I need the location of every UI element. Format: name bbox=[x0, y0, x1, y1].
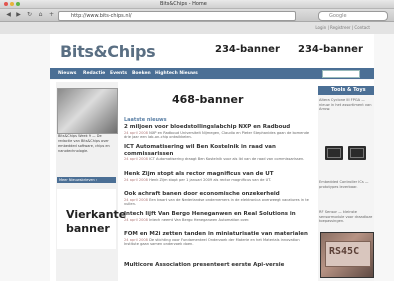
article-date: 24 april 2008 bbox=[124, 197, 148, 202]
site-header: Bits&Chips 234-banner 234-banner bbox=[50, 34, 374, 68]
article-text: ICT Automatisering draagt Ben Kostelnik … bbox=[149, 157, 305, 161]
nav-item-nieuws[interactable]: Nieuws bbox=[58, 70, 76, 77]
article-date: 24 april 2008 bbox=[124, 217, 148, 222]
featured-photo[interactable] bbox=[57, 88, 118, 134]
article-text: De stichting voor Fundamenteel Onderzoek… bbox=[124, 237, 300, 247]
article-summary: 24 april 2008 Intech neemt Van Bergo Hen… bbox=[124, 218, 313, 223]
nav-item-events[interactable]: Events bbox=[110, 70, 127, 77]
site-search-input[interactable] bbox=[322, 70, 360, 78]
article-date: 24 april 2008 bbox=[124, 130, 148, 135]
featured-caption: Bits&Chips Week 9 — De redactie van Bits… bbox=[58, 134, 110, 153]
window-title: Bits&Chips - Home bbox=[160, 1, 207, 7]
nav-item-boeken[interactable]: Boeken bbox=[132, 70, 151, 77]
chip-label: RS45C bbox=[329, 246, 360, 257]
address-bar[interactable]: http://www.bits-chips.nl/ bbox=[58, 11, 296, 21]
zoom-window-button[interactable] bbox=[16, 2, 20, 6]
article-date: 24 april 2008 bbox=[124, 157, 148, 161]
site-top-strip: Login | Registreer | Contact bbox=[0, 22, 394, 34]
news-article[interactable]: FOM en M2i zetten tanden in miniaturisat… bbox=[124, 231, 313, 247]
home-icon[interactable]: ⌂ bbox=[36, 11, 45, 19]
news-article[interactable]: Multicore Association presenteert eerste… bbox=[124, 262, 313, 269]
left-bar-label[interactable]: Meer Nieuwsbrieven › bbox=[59, 177, 97, 183]
article-text: Henk Zijm stopt per 1 januari 2009 als r… bbox=[149, 177, 272, 182]
main-banner-label: 468-banner bbox=[172, 93, 244, 106]
address-bar-text: http://www.bits-chips.nl/ bbox=[71, 13, 132, 19]
top-banner-right[interactable]: 234-banner bbox=[298, 44, 363, 58]
square-banner-line2: banner bbox=[66, 222, 110, 235]
article-text: Een kwart van de Nederlandse ondernemers… bbox=[124, 197, 309, 207]
article-summary: 24 april 2008 ICT Automatisering draagt … bbox=[124, 157, 313, 162]
rf-chip-image[interactable]: RS45C bbox=[320, 232, 374, 278]
news-article[interactable]: Ook achraft banen door economische onzek… bbox=[124, 191, 313, 207]
search-input[interactable]: Google bbox=[318, 11, 388, 21]
tool-text[interactable]: Altera Cyclone III FPGA — nieuw in het a… bbox=[319, 98, 373, 112]
top-links[interactable]: Login | Registreer | Contact bbox=[315, 25, 370, 30]
article-text: Intech neemt Van Bergo Heneganwen Automa… bbox=[149, 217, 250, 222]
site-logo[interactable]: Bits&Chips bbox=[60, 42, 156, 61]
square-banner-line1: Vierkante bbox=[66, 208, 127, 221]
article-date: 24 april 2008 bbox=[124, 237, 148, 242]
article-summary: 24 april 2008 Henk Zijm stopt per 1 janu… bbox=[124, 178, 313, 183]
minimize-window-button[interactable] bbox=[10, 2, 14, 6]
tool-text[interactable]: Embedded Controller ICs — prototypes lev… bbox=[319, 180, 373, 189]
nav-item-redactie[interactable]: Redactie bbox=[83, 70, 105, 77]
window-titlebar: Bits&Chips - Home bbox=[0, 0, 394, 9]
add-bookmark-icon[interactable]: + bbox=[47, 11, 56, 19]
section-title: Laatste nieuws bbox=[124, 117, 167, 123]
browser-window: Bits&Chips - Home ◀ ▶ ↻ ⌂ + http://www.b… bbox=[0, 0, 394, 281]
reload-icon[interactable]: ↻ bbox=[25, 11, 34, 19]
tools-title: Tools & Toys bbox=[331, 87, 366, 93]
news-article[interactable]: ICT Automatisering wil Ben Kostelnik in … bbox=[124, 144, 313, 162]
article-title[interactable]: ICT Automatisering wil Ben Kostelnik in … bbox=[124, 144, 313, 157]
article-summary: 24 april 2008 Een kwart van de Nederland… bbox=[124, 198, 313, 207]
article-date: 24 april 2008 bbox=[124, 177, 148, 182]
back-icon[interactable]: ◀ bbox=[4, 11, 13, 19]
article-summary: 24 april 2008 NXP en Radboud Universitei… bbox=[124, 131, 313, 140]
main-banner[interactable]: 468-banner bbox=[124, 90, 313, 112]
forward-icon[interactable]: ▶ bbox=[14, 11, 23, 19]
search-placeholder: Google bbox=[329, 13, 347, 19]
site-navbar: Nieuws Redactie Events Boeken Hightech N… bbox=[50, 68, 374, 79]
chip-image[interactable] bbox=[325, 146, 343, 160]
square-banner-label: Vierkante banner bbox=[66, 208, 126, 236]
article-title[interactable]: Multicore Association presenteert eerste… bbox=[124, 262, 313, 269]
nav-item-hightech-nieuws[interactable]: Hightech Nieuws bbox=[155, 70, 198, 77]
news-article[interactable]: Intech lijft Van Bergo Heneganwen en Rea… bbox=[124, 211, 313, 222]
article-summary: 24 april 2008 De stichting voor Fundamen… bbox=[124, 238, 313, 247]
close-window-button[interactable] bbox=[4, 2, 8, 6]
top-banner-left[interactable]: 234-banner bbox=[215, 44, 280, 58]
news-article[interactable]: 2 miljoen voor bloedstollingslabchip NXP… bbox=[124, 124, 313, 140]
news-article[interactable]: Henk Zijm stopt als rector magnificus va… bbox=[124, 171, 313, 182]
chip-image[interactable] bbox=[348, 146, 366, 160]
browser-toolbar: ◀ ▶ ↻ ⌂ + http://www.bits-chips.nl/ Goog… bbox=[0, 9, 394, 22]
tool-text[interactable]: RF Sensor — kleinste sensormodule voor d… bbox=[319, 210, 373, 224]
article-text: NXP en Radboud Universiteit Nijmegen, Cl… bbox=[124, 130, 310, 140]
